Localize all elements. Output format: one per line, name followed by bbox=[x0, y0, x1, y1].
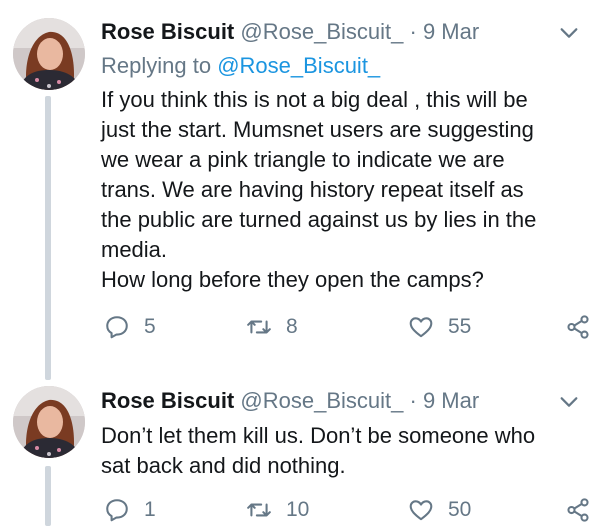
text-line: How long before they open the camps? bbox=[101, 267, 484, 292]
retweet-icon bbox=[247, 320, 271, 334]
thread-line bbox=[45, 96, 51, 380]
reply-icon bbox=[106, 316, 128, 339]
tweet-actions: 5 8 55 bbox=[101, 311, 591, 343]
tweet[interactable]: Rose Biscuit @Rose_Biscuit_ · 9 Mar Don’… bbox=[0, 380, 600, 526]
heart-icon bbox=[409, 500, 433, 521]
chevron-down-icon[interactable] bbox=[558, 22, 580, 44]
text-line: we wear a pink triangle to indicate we a… bbox=[101, 147, 505, 172]
like-count: 50 bbox=[448, 498, 472, 521]
text-line: the public are turned against us by lies… bbox=[101, 207, 537, 232]
share-button[interactable] bbox=[565, 494, 591, 526]
chevron-down-icon[interactable] bbox=[558, 391, 580, 413]
separator: · bbox=[409, 388, 417, 413]
share-icon bbox=[567, 315, 589, 339]
author-name[interactable]: Rose Biscuit bbox=[101, 388, 234, 413]
tweet-text: Don’t let them kill us. Don’t be someone… bbox=[101, 421, 581, 481]
replying-prefix: Replying to bbox=[101, 53, 212, 78]
author-handle[interactable]: @Rose_Biscuit_ bbox=[240, 19, 403, 44]
retweet-count: 10 bbox=[286, 498, 310, 521]
text-line: Don’t let them kill us. Don’t be someone… bbox=[101, 423, 536, 448]
text-line: just the start. Mumsnet users are sugges… bbox=[101, 117, 534, 142]
retweet-icon bbox=[247, 503, 271, 517]
share-icon bbox=[567, 498, 589, 522]
like-button[interactable]: 50 bbox=[408, 494, 471, 526]
text-line: media. bbox=[101, 237, 168, 262]
author-handle[interactable]: @Rose_Biscuit_ bbox=[240, 388, 403, 413]
replying-to: Replying to @Rose_Biscuit_ bbox=[101, 51, 380, 81]
retweet-button[interactable]: 10 bbox=[246, 494, 309, 526]
reply-button[interactable]: 5 bbox=[104, 311, 156, 343]
replying-mention[interactable]: @Rose_Biscuit_ bbox=[217, 53, 380, 78]
share-button[interactable] bbox=[565, 311, 591, 343]
reply-count: 5 bbox=[144, 315, 156, 338]
reply-count: 1 bbox=[144, 498, 156, 521]
separator: · bbox=[409, 19, 417, 44]
tweet-header: Rose Biscuit @Rose_Biscuit_ · 9 Mar bbox=[101, 17, 580, 47]
tweet-date[interactable]: 9 Mar bbox=[423, 19, 479, 44]
author-name[interactable]: Rose Biscuit bbox=[101, 19, 234, 44]
heart-icon bbox=[409, 317, 433, 338]
text-line: trans. We are having history repeat itse… bbox=[101, 177, 524, 202]
retweet-count: 8 bbox=[286, 315, 298, 338]
avatar[interactable] bbox=[13, 386, 85, 458]
like-count: 55 bbox=[448, 315, 472, 338]
tweet-date[interactable]: 9 Mar bbox=[423, 388, 479, 413]
tweet[interactable]: Rose Biscuit @Rose_Biscuit_ · 9 Mar Repl… bbox=[0, 0, 600, 380]
text-line: If you think this is not a big deal , th… bbox=[101, 87, 528, 112]
tweet-text: If you think this is not a big deal , th… bbox=[101, 85, 581, 295]
tweet-actions: 1 10 50 bbox=[101, 494, 591, 526]
thread-line bbox=[45, 466, 51, 526]
avatar[interactable] bbox=[13, 18, 85, 90]
text-line: sat back and did nothing. bbox=[101, 453, 346, 478]
reply-icon bbox=[106, 499, 128, 522]
like-button[interactable]: 55 bbox=[408, 311, 471, 343]
retweet-button[interactable]: 8 bbox=[246, 311, 298, 343]
reply-button[interactable]: 1 bbox=[104, 494, 156, 526]
tweet-header: Rose Biscuit @Rose_Biscuit_ · 9 Mar bbox=[101, 386, 580, 416]
